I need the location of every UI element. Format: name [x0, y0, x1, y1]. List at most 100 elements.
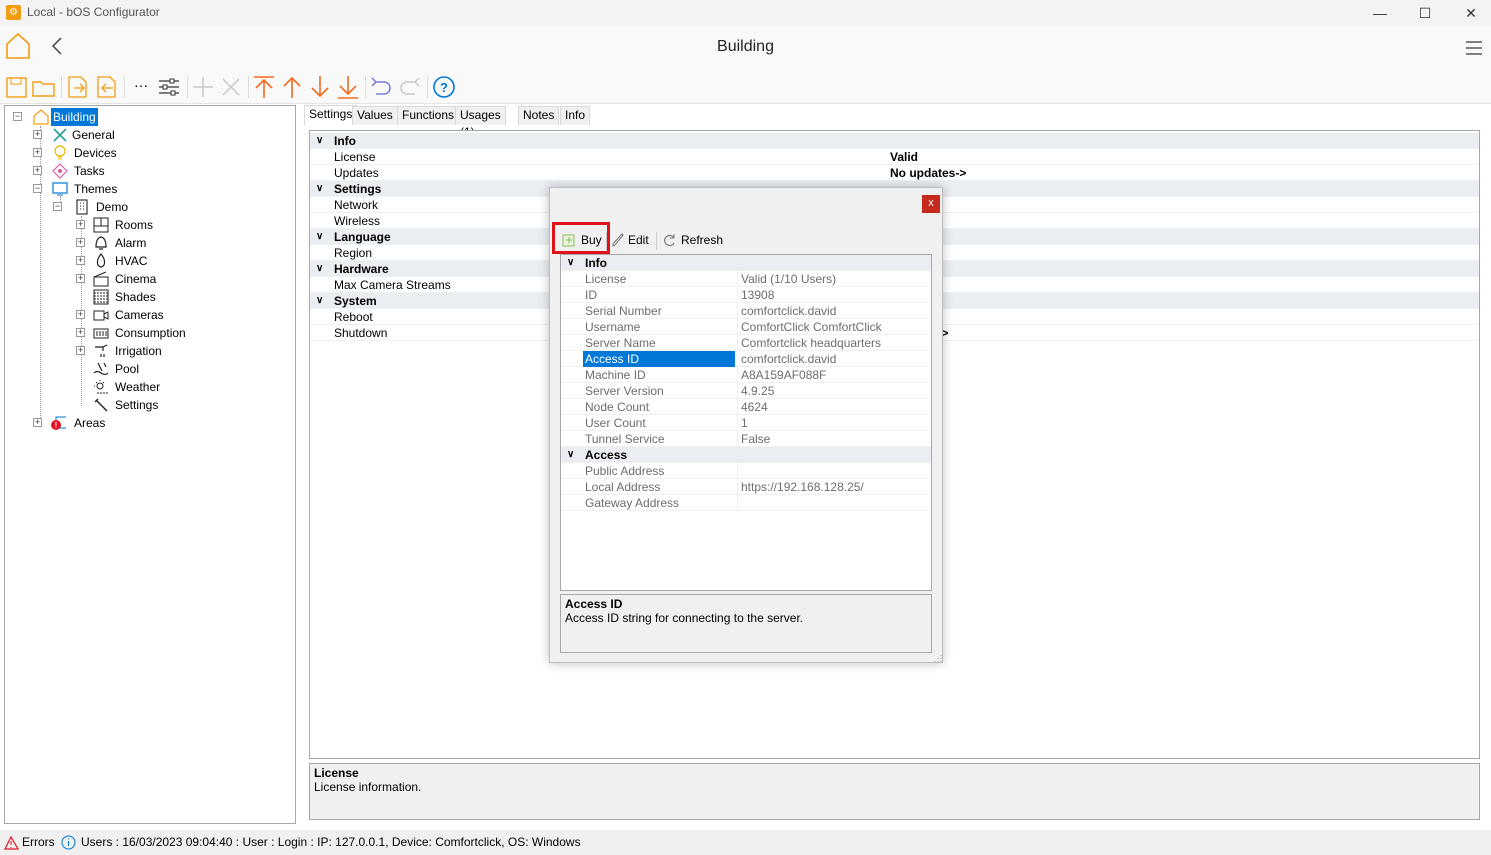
- menu-icon[interactable]: [1465, 40, 1483, 56]
- irrigation-icon: [95, 344, 108, 357]
- property-row[interactable]: Node Count 4624: [561, 399, 931, 415]
- collapse-toggle[interactable]: −: [13, 112, 22, 121]
- expand-toggle[interactable]: +: [76, 346, 85, 355]
- chevron-down-icon[interactable]: ∨: [316, 133, 323, 149]
- close-button[interactable]: ✕: [1448, 0, 1491, 26]
- export-icon[interactable]: [94, 74, 120, 100]
- undo-icon[interactable]: [368, 74, 394, 100]
- expand-toggle[interactable]: +: [33, 148, 42, 157]
- description-text: Access ID string for connecting to the s…: [565, 611, 804, 625]
- property-row[interactable]: License Valid: [310, 149, 1479, 165]
- more-icon[interactable]: ···: [128, 74, 154, 100]
- property-row-selected[interactable]: Access ID comfortclick.david: [561, 351, 931, 367]
- maximize-button[interactable]: ☐: [1402, 0, 1448, 26]
- chevron-down-icon[interactable]: ∨: [316, 261, 323, 277]
- app-icon: ⚙: [6, 5, 21, 20]
- open-folder-icon[interactable]: [31, 74, 57, 100]
- expand-toggle[interactable]: +: [76, 238, 85, 247]
- property-row[interactable]: ID 13908: [561, 287, 931, 303]
- dialog-description-panel: Access ID Access ID string for connectin…: [560, 594, 932, 653]
- chevron-down-icon[interactable]: ∨: [316, 293, 323, 309]
- collapse-toggle[interactable]: −: [53, 202, 62, 211]
- property-row[interactable]: User Count 1: [561, 415, 931, 431]
- save-icon[interactable]: [4, 74, 30, 100]
- warning-icon: [4, 836, 19, 850]
- property-row[interactable]: Gateway Address: [561, 495, 931, 511]
- tools-icon: [53, 128, 67, 142]
- import-icon[interactable]: [65, 74, 91, 100]
- chevron-down-icon[interactable]: ∨: [567, 447, 574, 463]
- buy-highlight-box: [552, 222, 610, 254]
- pool-icon: [93, 362, 109, 376]
- property-row[interactable]: Local Address https://192.168.128.25/: [561, 479, 931, 495]
- wrench-icon: [94, 398, 108, 412]
- rooms-icon: [93, 217, 109, 233]
- category-info[interactable]: ∨ Info: [561, 255, 931, 271]
- settings-sliders-icon[interactable]: [156, 74, 182, 100]
- tab-functions[interactable]: Functions: [397, 106, 460, 125]
- svg-text:!: !: [55, 421, 58, 430]
- tab-info[interactable]: Info: [560, 106, 591, 125]
- chevron-down-icon[interactable]: ∨: [316, 181, 323, 197]
- tree-label-building: Building: [51, 108, 98, 126]
- move-bottom-icon[interactable]: [335, 74, 361, 100]
- dialog-close-button[interactable]: x: [922, 195, 940, 213]
- shades-icon: [93, 289, 109, 305]
- property-row[interactable]: Updates No updates->: [310, 165, 1479, 181]
- expand-toggle[interactable]: +: [76, 328, 85, 337]
- minimize-button[interactable]: —: [1357, 0, 1403, 26]
- property-row[interactable]: Username ComfortClick ComfortClick: [561, 319, 931, 335]
- description-text: License information.: [314, 780, 422, 794]
- expand-toggle[interactable]: +: [76, 274, 85, 283]
- cinema-icon: [93, 271, 109, 287]
- redo-icon[interactable]: [397, 74, 423, 100]
- building-tree[interactable]: − Building + General + Devices + Tasks −…: [4, 105, 296, 824]
- expand-toggle[interactable]: +: [76, 220, 85, 229]
- home-icon: [33, 109, 49, 125]
- building-icon: [76, 199, 88, 215]
- move-top-icon[interactable]: [251, 74, 277, 100]
- expand-toggle[interactable]: +: [33, 418, 42, 427]
- property-row[interactable]: Machine ID A8A159AF088F: [561, 367, 931, 383]
- bell-icon: [95, 236, 107, 250]
- toolbar: ··· ?: [0, 70, 1491, 104]
- add-icon[interactable]: [190, 74, 216, 100]
- tasks-icon: [52, 163, 68, 179]
- tab-notes[interactable]: Notes: [518, 106, 560, 125]
- expand-toggle[interactable]: +: [33, 166, 42, 175]
- lightbulb-icon: [54, 145, 66, 160]
- expand-toggle[interactable]: +: [33, 130, 42, 139]
- property-row[interactable]: Server Version 4.9.25: [561, 383, 931, 399]
- license-dialog: x Buy Edit Refresh ∨ Info License Valid (1…: [549, 187, 943, 663]
- property-row[interactable]: License Valid (1/10 Users): [561, 271, 931, 287]
- expand-toggle[interactable]: +: [76, 310, 85, 319]
- move-down-icon[interactable]: [307, 74, 333, 100]
- monitor-icon: [52, 182, 68, 196]
- license-property-grid[interactable]: ∨ Info License Valid (1/10 Users) ID 13908 …: [560, 254, 932, 591]
- property-row[interactable]: Serial Number comfortclick.david: [561, 303, 931, 319]
- category-access[interactable]: ∨ Access: [561, 447, 931, 463]
- chevron-down-icon[interactable]: ∨: [567, 255, 574, 271]
- nav-bar: Building: [0, 26, 1491, 70]
- property-row[interactable]: Public Address: [561, 463, 931, 479]
- expand-toggle[interactable]: +: [76, 256, 85, 265]
- tab-usages[interactable]: Usages (1): [455, 106, 506, 139]
- resize-grip-icon[interactable]: [932, 652, 942, 662]
- property-row[interactable]: Server Name Comfortclick headquarters: [561, 335, 931, 351]
- title-bar: ⚙ Local - bOS Configurator — ☐ ✕: [0, 0, 1491, 26]
- help-icon[interactable]: ?: [431, 74, 457, 100]
- category-info[interactable]: ∨ Info: [310, 133, 1479, 149]
- errors-button[interactable]: Errors: [22, 830, 55, 855]
- move-up-icon[interactable]: [279, 74, 305, 100]
- chevron-down-icon[interactable]: ∨: [316, 229, 323, 245]
- info-icon: [61, 835, 76, 850]
- weather-icon: [94, 380, 108, 394]
- page-title: Building: [717, 38, 774, 55]
- flame-icon: [96, 253, 106, 268]
- collapse-toggle[interactable]: −: [33, 184, 42, 193]
- tab-values[interactable]: Values: [352, 106, 398, 125]
- property-row[interactable]: Tunnel Service False: [561, 431, 931, 447]
- description-panel: License License information.: [309, 763, 1480, 820]
- delete-icon[interactable]: [218, 74, 244, 100]
- tab-settings[interactable]: Settings: [304, 105, 358, 125]
